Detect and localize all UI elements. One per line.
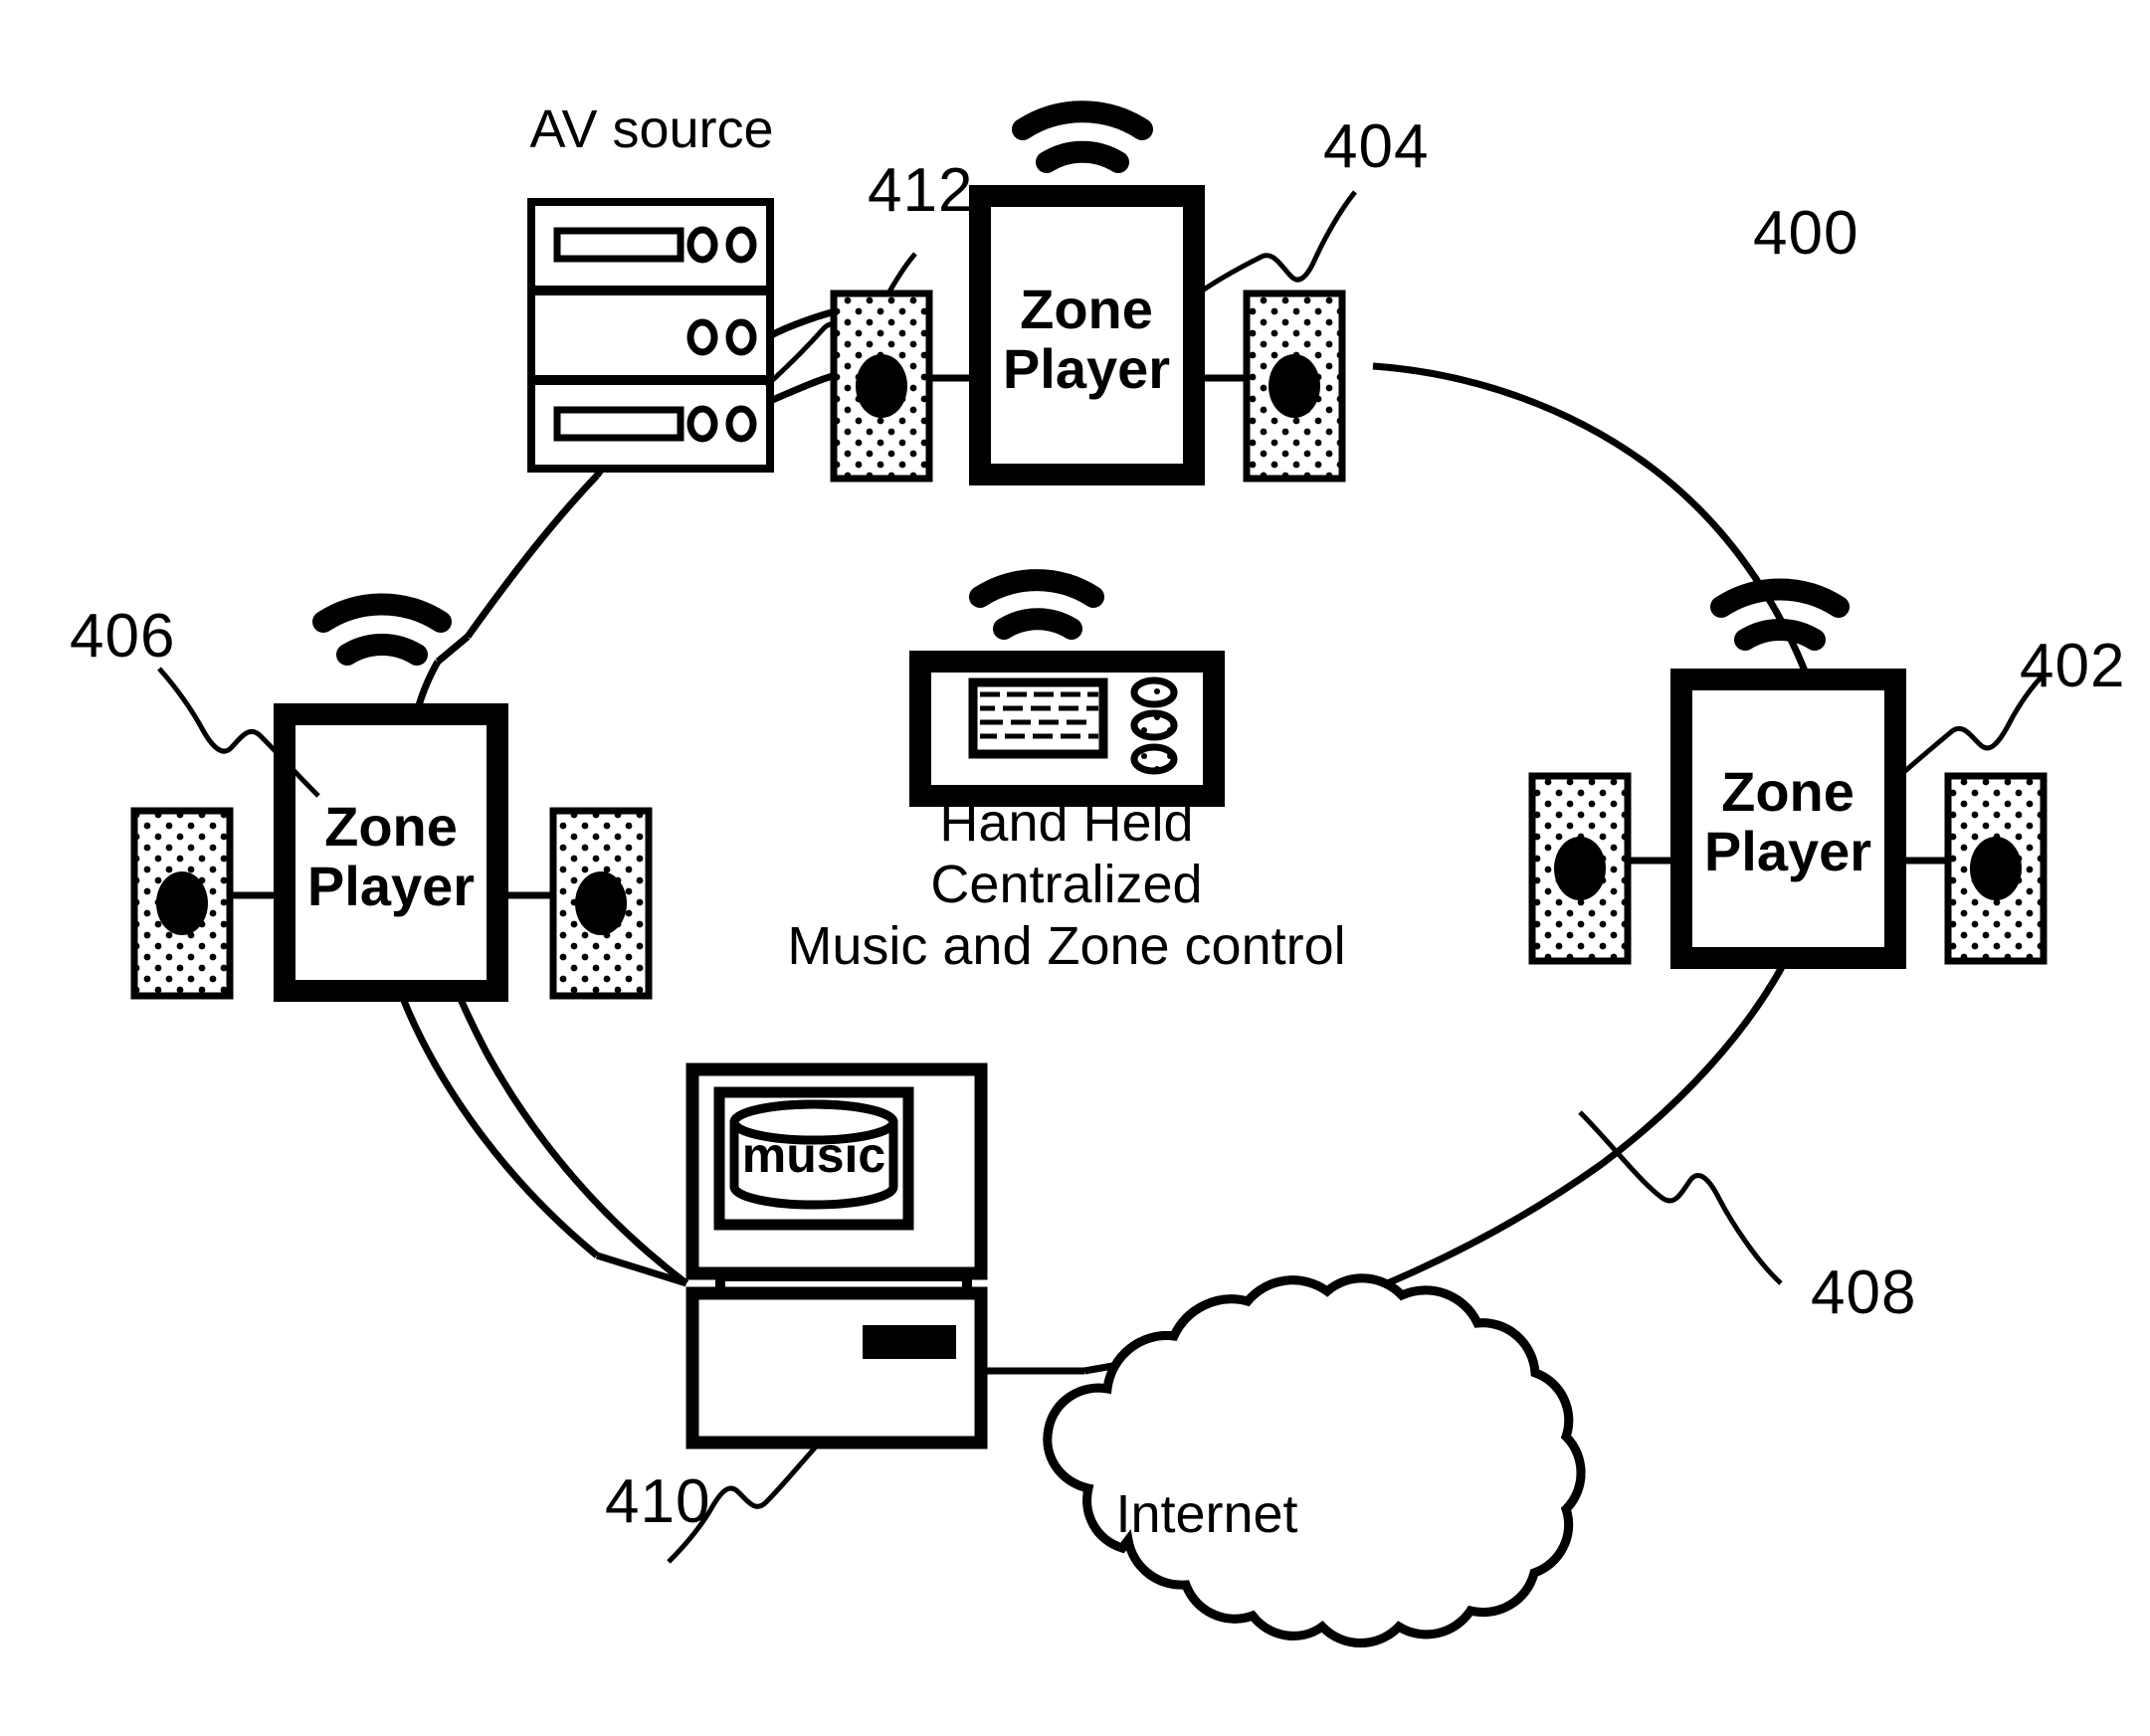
handheld-caption-line2: Centralized xyxy=(930,855,1202,914)
wifi-arcs-icon xyxy=(1012,100,1153,173)
speaker-icon-left-left xyxy=(130,807,234,1000)
zone-player-right-label-line2: Player xyxy=(1704,820,1871,882)
computer-base xyxy=(685,1286,988,1449)
handheld-caption-line1: Hand Held xyxy=(939,793,1193,853)
zone-player-left-label-line2: Player xyxy=(307,855,475,917)
speaker-icon-right-left xyxy=(1528,772,1632,965)
zone-player-left-label-line1: Zone xyxy=(324,795,458,858)
zone-player-right[interactable]: Zone Player 402 xyxy=(1528,578,2125,969)
patent-figure: 408 400 AV source 412 Zone Player 404 Zo… xyxy=(0,0,2150,1736)
cloud-icon xyxy=(945,1184,1612,1736)
handheld-button-1[interactable] xyxy=(1130,676,1178,708)
ref-label-404: 404 xyxy=(1323,112,1429,181)
internet-label: Internet xyxy=(1115,1484,1297,1544)
speaker-icon-top-left xyxy=(830,289,933,482)
speaker-icon-left-right xyxy=(549,807,653,1000)
ref-label-400: 400 xyxy=(1753,199,1858,268)
wifi-arcs-icon-handheld xyxy=(969,569,1104,640)
av-component-1 xyxy=(527,198,774,293)
computer-drive-slot xyxy=(863,1325,956,1359)
ref-label-412: 412 xyxy=(868,156,973,225)
handheld-button-2[interactable] xyxy=(1130,709,1178,741)
handheld-caption-line3: Music and Zone control xyxy=(787,916,1345,976)
handheld-controller[interactable]: Hand Held Centralized Music and Zone con… xyxy=(787,569,1346,976)
computer-music-label: music xyxy=(742,1127,886,1183)
zone-player-right-label-line1: Zone xyxy=(1721,760,1855,823)
wifi-arcs-icon-left xyxy=(312,593,452,666)
ref-label-410: 410 xyxy=(605,1467,710,1536)
speaker-icon-top-right xyxy=(1243,289,1346,482)
figure-canvas: 408 400 AV source 412 Zone Player 404 Zo… xyxy=(70,99,2125,1736)
speaker-icon-right-right xyxy=(1944,772,2048,965)
av-source-label: AV source xyxy=(529,99,773,159)
zone-player-top-label-line1: Zone xyxy=(1020,278,1153,340)
av-component-2 xyxy=(527,288,774,383)
ref-label-402: 402 xyxy=(2020,632,2125,700)
zone-player-left[interactable]: Zone Player 406 xyxy=(70,593,653,1002)
handheld-button-3[interactable] xyxy=(1130,743,1178,775)
ref-label-406: 406 xyxy=(70,602,175,671)
ref-label-408: 408 xyxy=(1811,1258,1916,1327)
internet-cloud: Internet xyxy=(945,1184,1612,1736)
computer-music-server[interactable]: music 410 xyxy=(605,1062,988,1564)
av-component-3 xyxy=(527,377,774,473)
zone-player-top-label-line2: Player xyxy=(1003,337,1170,400)
